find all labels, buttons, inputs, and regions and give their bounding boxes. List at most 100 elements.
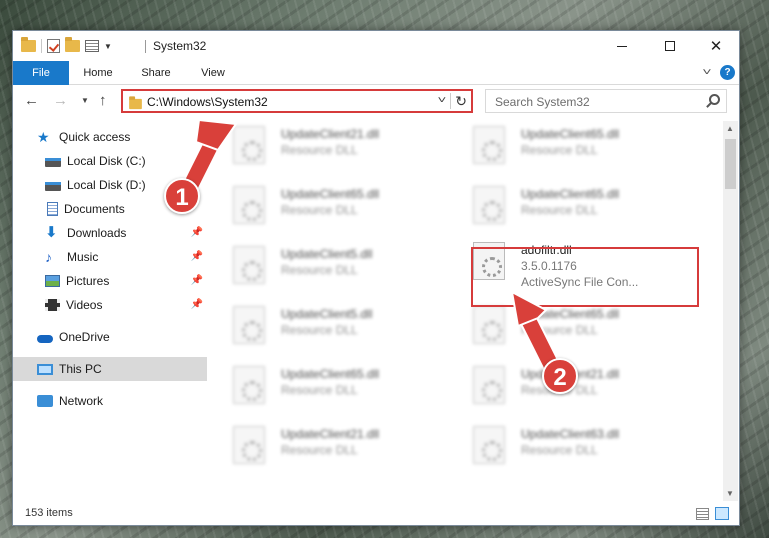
- tab-share[interactable]: Share: [131, 61, 181, 85]
- tab-view[interactable]: View: [189, 61, 237, 85]
- title-bar: ▼ System32 ✕: [13, 31, 739, 61]
- file-list: UpdateClient21.dll Resource DLL UpdateCl…: [223, 121, 723, 501]
- sidebar-item-network[interactable]: Network: [13, 389, 207, 413]
- file-name: UpdateClient65.dll: [521, 307, 620, 321]
- list-item[interactable]: UpdateClient65.dll Resource DLL: [463, 181, 683, 229]
- dll-file-icon: [233, 366, 265, 404]
- address-path[interactable]: C:\Windows\System32: [147, 95, 268, 109]
- maximize-button[interactable]: [647, 31, 693, 61]
- pin-icon[interactable]: 📌: [191, 299, 203, 310]
- window-title: System32: [153, 39, 207, 53]
- dll-file-icon: [473, 426, 505, 464]
- dll-file-icon: [233, 426, 265, 464]
- dll-file-icon: [233, 186, 265, 224]
- sidebar-item-music[interactable]: ♪ Music 📌: [13, 245, 207, 269]
- folder-icon[interactable]: [21, 37, 36, 52]
- sidebar-item-label: This PC: [59, 362, 102, 376]
- scroll-down-icon[interactable]: ▼: [726, 489, 734, 498]
- new-folder-icon[interactable]: [65, 37, 80, 52]
- pin-icon[interactable]: 📌: [191, 275, 203, 286]
- tab-file[interactable]: File: [13, 61, 69, 85]
- minimize-button[interactable]: [599, 31, 645, 61]
- list-item[interactable]: UpdateClient5.dll Resource DLL: [223, 241, 443, 289]
- file-name: UpdateClient5.dll: [281, 247, 373, 261]
- sidebar-item-pictures[interactable]: Pictures 📌: [13, 269, 207, 293]
- quick-access-toolbar: ▼: [21, 37, 112, 55]
- documents-icon: [47, 202, 58, 216]
- downloads-icon: ⬇: [45, 224, 58, 241]
- address-bar[interactable]: C:\Windows\System32 ˅ ↻: [121, 89, 473, 113]
- sidebar-item-onedrive[interactable]: OneDrive: [13, 325, 207, 349]
- search-box[interactable]: Search System32: [485, 89, 727, 113]
- callout-1: 1: [164, 178, 200, 214]
- list-item[interactable]: UpdateClient5.dll Resource DLL: [223, 301, 443, 349]
- list-item[interactable]: UpdateClient65.dll Resource DLL: [223, 181, 443, 229]
- expand-ribbon-icon[interactable]: ˅: [702, 67, 711, 78]
- sidebar-item-downloads[interactable]: ⬇ Downloads 📌: [13, 221, 207, 245]
- scroll-up-icon[interactable]: ▲: [726, 124, 734, 133]
- forward-arrow-icon[interactable]: →: [53, 92, 68, 109]
- details-view-icon[interactable]: [696, 508, 709, 520]
- list-item[interactable]: UpdateClient65.dll Resource DLL: [463, 121, 683, 169]
- address-divider: [450, 93, 451, 109]
- sidebar-item-label: Videos: [66, 298, 103, 312]
- file-name: UpdateClient65.dll: [521, 127, 620, 141]
- dll-file-icon: [473, 186, 505, 224]
- sidebar-item-local-disk-c[interactable]: Local Disk (C:): [13, 149, 207, 173]
- file-type: Resource DLL: [281, 443, 358, 457]
- navigation-bar: ← → ▼ ↑ C:\Windows\System32 ˅ ↻ Search S…: [13, 85, 739, 117]
- item-count: 153 items: [25, 507, 73, 519]
- customize-toolbar-icon[interactable]: ▼: [104, 42, 112, 51]
- file-name: UpdateClient21.dll: [281, 427, 380, 441]
- highlight-box: [471, 247, 699, 307]
- pictures-icon: [45, 275, 60, 287]
- list-item[interactable]: UpdateClient63.dll Resource DLL: [463, 421, 683, 469]
- search-icon[interactable]: [709, 94, 720, 105]
- close-button[interactable]: ✕: [693, 31, 739, 61]
- list-item[interactable]: UpdateClient65.dll Resource DLL: [223, 361, 443, 409]
- disk-icon: [45, 182, 61, 191]
- pin-icon[interactable]: 📌: [191, 227, 203, 238]
- pin-icon[interactable]: 📌: [191, 251, 203, 262]
- tab-home[interactable]: Home: [73, 61, 123, 85]
- back-arrow-icon[interactable]: ←: [24, 92, 39, 109]
- scroll-thumb[interactable]: [725, 139, 736, 189]
- recent-locations-icon[interactable]: ▼: [81, 96, 89, 105]
- file-type: Resource DLL: [281, 203, 358, 217]
- help-icon[interactable]: ?: [720, 65, 735, 80]
- address-dropdown-icon[interactable]: ˅: [438, 95, 447, 106]
- file-type: Resource DLL: [521, 323, 598, 337]
- ribbon-tabs: File Home Share View ˅ ?: [13, 61, 739, 85]
- dll-file-icon: [473, 366, 505, 404]
- refresh-icon[interactable]: ↻: [455, 93, 467, 110]
- dll-file-icon: [233, 246, 265, 284]
- minimize-icon: [617, 45, 627, 47]
- music-icon: ♪: [45, 249, 52, 265]
- file-type: Resource DLL: [281, 323, 358, 337]
- disk-icon: [45, 158, 61, 167]
- properties-icon[interactable]: [85, 40, 99, 52]
- file-name: UpdateClient21.dll: [281, 127, 380, 141]
- file-type: Resource DLL: [281, 143, 358, 157]
- dll-file-icon: [233, 306, 265, 344]
- pc-icon: [37, 363, 53, 375]
- file-explorer-window: ▼ System32 ✕ File Home Share View ˅ ? ← …: [12, 30, 740, 526]
- file-name: UpdateClient65.dll: [281, 367, 380, 381]
- search-placeholder: Search System32: [495, 95, 590, 109]
- onedrive-icon: [37, 335, 53, 343]
- callout-2: 2: [542, 358, 578, 394]
- sidebar-item-this-pc[interactable]: This PC: [13, 357, 207, 381]
- list-item[interactable]: UpdateClient65.dll Resource DLL: [463, 301, 683, 349]
- toolbar-divider: [41, 39, 42, 53]
- properties-check-icon[interactable]: [47, 39, 60, 53]
- up-arrow-icon[interactable]: ↑: [99, 92, 107, 109]
- sidebar-item-videos[interactable]: Videos 📌: [13, 293, 207, 317]
- sidebar-item-quick-access[interactable]: ★ Quick access: [13, 125, 207, 149]
- list-item[interactable]: UpdateClient21.dll Resource DLL: [223, 121, 443, 169]
- list-item[interactable]: UpdateClient21.dll Resource DLL: [223, 421, 443, 469]
- tiles-view-icon[interactable]: [715, 507, 729, 520]
- close-icon: ✕: [709, 38, 723, 55]
- videos-icon: [45, 299, 60, 311]
- sidebar-item-label: Quick access: [59, 130, 131, 144]
- vertical-scrollbar[interactable]: ▲ ▼: [723, 121, 738, 501]
